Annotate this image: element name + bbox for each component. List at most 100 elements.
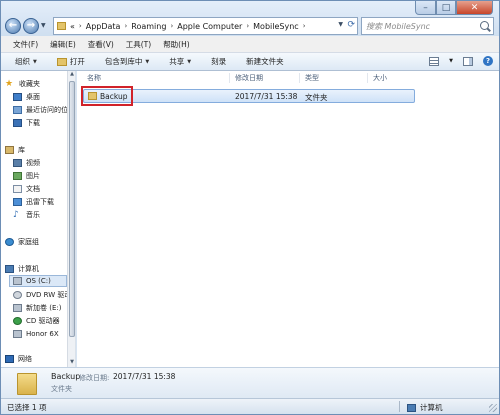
close-button[interactable]: ✕: [456, 1, 493, 15]
breadcrumb-appdata[interactable]: AppData: [86, 22, 121, 31]
column-divider[interactable]: [299, 73, 300, 83]
large-folder-icon: [17, 373, 37, 395]
forward-button[interactable]: →: [23, 18, 39, 34]
column-name[interactable]: 名称: [87, 73, 101, 83]
nav-honor-label: Honor 6X: [26, 330, 59, 338]
nav-music[interactable]: ♪ 音乐: [13, 209, 40, 221]
back-button[interactable]: ←: [5, 18, 21, 34]
help-icon[interactable]: ?: [483, 56, 493, 66]
column-divider[interactable]: [229, 73, 230, 83]
nav-new-volume[interactable]: 新加卷 (E:): [13, 302, 61, 314]
search-icon[interactable]: [480, 21, 489, 30]
picture-library-icon: [13, 172, 22, 180]
scroll-thumb[interactable]: [69, 81, 75, 337]
nav-libraries[interactable]: 库: [5, 144, 25, 156]
nav-videos-label: 视频: [26, 159, 40, 167]
breadcrumb-overflow[interactable]: «: [70, 22, 75, 31]
nav-thunder-downloads[interactable]: 迅雷下载: [13, 196, 54, 208]
nav-network[interactable]: 网络: [5, 353, 32, 365]
window-controls: – □ ✕: [415, 1, 493, 15]
menu-help[interactable]: 帮助(H): [163, 39, 190, 50]
organize-button[interactable]: 组织 ▼: [15, 56, 37, 67]
search-placeholder: 搜索 MobileSync: [366, 21, 431, 31]
video-library-icon: [13, 159, 22, 167]
nav-drive-c[interactable]: OS (C:): [9, 275, 67, 287]
breadcrumb-roaming[interactable]: Roaming: [131, 22, 166, 31]
column-divider[interactable]: [367, 73, 368, 83]
chevron-right-icon[interactable]: ›: [170, 22, 173, 30]
chevron-down-icon[interactable]: ▼: [449, 58, 453, 64]
search-input[interactable]: 搜索 MobileSync: [361, 17, 494, 35]
details-type: 文件夹: [51, 385, 72, 393]
nav-favorites[interactable]: ★ 收藏夹: [5, 78, 40, 90]
minimize-button[interactable]: –: [415, 1, 436, 15]
nav-videos[interactable]: 视频: [13, 157, 40, 169]
burn-button[interactable]: 刻录: [211, 56, 226, 67]
chevron-down-icon: ▼: [145, 58, 150, 65]
file-type: 文件夹: [305, 93, 328, 102]
column-type[interactable]: 类型: [305, 73, 319, 83]
chevron-right-icon[interactable]: ›: [303, 22, 306, 30]
status-location-label: 计算机: [420, 403, 443, 412]
document-library-icon: [13, 185, 22, 193]
chevron-down-icon: ▼: [187, 58, 192, 65]
recent-locations-dropdown[interactable]: ▼: [41, 22, 46, 29]
view-options-icon[interactable]: [429, 56, 440, 66]
details-name: Backup: [51, 372, 81, 381]
open-button[interactable]: 打开: [56, 56, 85, 67]
nav-homegroup[interactable]: 家庭组: [5, 236, 39, 248]
details-pane: Backup 修改日期: 2017/7/31 15:38 文件夹: [1, 367, 499, 398]
thunder-download-icon: [13, 198, 22, 206]
nav-documents-label: 文档: [26, 185, 40, 193]
include-library-label: 包含到库中: [104, 57, 143, 66]
nav-scrollbar[interactable]: ▲ ▼: [67, 71, 75, 367]
menu-view[interactable]: 查看(V): [88, 39, 114, 50]
chevron-down-icon: ▼: [33, 58, 37, 65]
column-size[interactable]: 大小: [373, 73, 387, 83]
new-folder-button[interactable]: 新建文件夹: [246, 56, 284, 67]
address-dropdown[interactable]: ▼: [338, 21, 343, 28]
nav-desktop[interactable]: 桌面: [13, 91, 40, 103]
preview-pane-icon[interactable]: [463, 56, 473, 66]
column-modified[interactable]: 修改日期: [235, 73, 263, 83]
phone-device-icon: [13, 330, 22, 338]
nav-pictures-label: 图片: [26, 172, 40, 180]
menu-edit[interactable]: 编辑(E): [50, 39, 76, 50]
arrow-right-icon: →: [26, 20, 36, 31]
title-bar: – □ ✕ ← → ▼ « › AppData › Roaming › Appl…: [1, 1, 499, 36]
folder-icon: [57, 22, 66, 30]
nav-downloads[interactable]: 下载: [13, 117, 40, 129]
refresh-icon[interactable]: ⟳: [347, 20, 355, 30]
maximize-button[interactable]: □: [436, 1, 456, 15]
nav-honor-device[interactable]: Honor 6X: [13, 328, 59, 340]
address-bar[interactable]: « › AppData › Roaming › Apple Computer ›…: [53, 17, 358, 35]
homegroup-icon: [5, 238, 14, 246]
nav-documents[interactable]: 文档: [13, 183, 40, 195]
chevron-right-icon[interactable]: ›: [246, 22, 249, 30]
open-label: 打开: [69, 57, 85, 66]
nav-homegroup-label: 家庭组: [18, 238, 39, 246]
nav-cd-drive[interactable]: CD 驱动器: [13, 315, 60, 327]
include-in-library-button[interactable]: 包含到库中 ▼: [105, 56, 149, 67]
download-icon: [13, 119, 22, 127]
breadcrumb-apple-computer[interactable]: Apple Computer: [177, 22, 242, 31]
music-note-icon: ♪: [13, 210, 19, 220]
share-button[interactable]: 共享 ▼: [169, 56, 191, 67]
menu-file[interactable]: 文件(F): [13, 39, 38, 50]
open-folder-icon: [56, 57, 67, 66]
status-bar: 已选择 1 项 计算机: [1, 398, 499, 414]
menu-tools[interactable]: 工具(T): [126, 39, 151, 50]
nav-computer-label: 计算机: [18, 265, 39, 273]
nav-network-label: 网络: [18, 355, 32, 363]
resize-grip[interactable]: [489, 404, 497, 412]
chevron-right-icon[interactable]: ›: [124, 22, 127, 30]
nav-pictures[interactable]: 图片: [13, 170, 40, 182]
explorer-window: – □ ✕ ← → ▼ « › AppData › Roaming › Appl…: [0, 0, 500, 415]
hard-drive-icon: [13, 277, 22, 285]
scroll-down-icon[interactable]: ▼: [68, 359, 75, 367]
hard-drive-icon: [13, 304, 22, 312]
nav-computer[interactable]: 计算机: [5, 263, 39, 275]
scroll-up-icon[interactable]: ▲: [68, 71, 75, 79]
breadcrumb-mobilesync[interactable]: MobileSync: [253, 22, 299, 31]
nav-recent-places[interactable]: 最近访问的位置: [13, 104, 75, 116]
